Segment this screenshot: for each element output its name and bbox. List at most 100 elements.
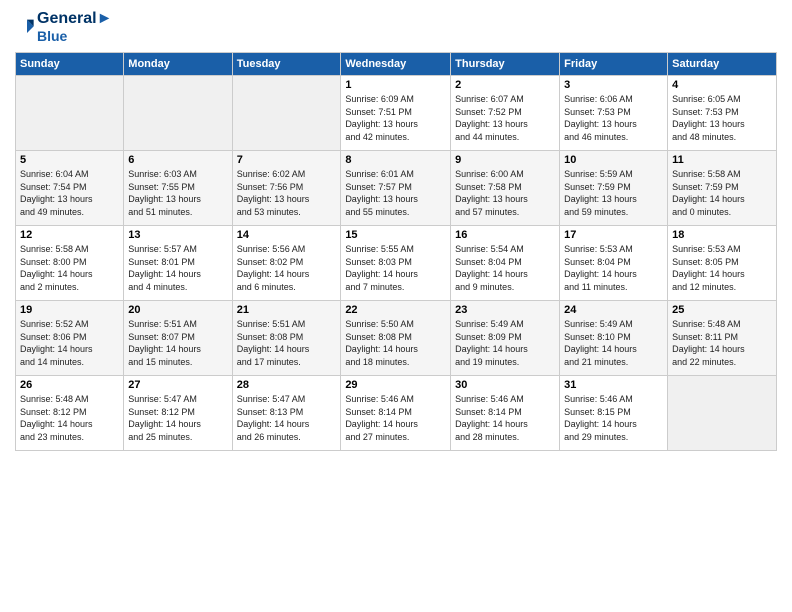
calendar-cell: 1Sunrise: 6:09 AM Sunset: 7:51 PM Daylig… [341,76,451,151]
day-info: Sunrise: 5:50 AM Sunset: 8:08 PM Dayligh… [345,318,446,368]
calendar-cell: 17 Sunrise: 5:53 AM Sunset: 8:04 PM Dayli… [560,226,668,301]
calendar-cell: 10 Sunrise: 5:59 AM Sunset: 7:59 PM Dayli… [560,151,668,226]
day-number: 22 [345,304,446,316]
calendar-cell: 13 Sunrise: 5:57 AM Sunset: 8:01 PM Dayli… [124,226,232,301]
day-number: 7 [237,154,337,166]
logo-icon [15,17,35,37]
calendar-cell: 2Sunrise: 6:07 AM Sunset: 7:52 PM Daylig… [451,76,560,151]
day-number: 13 [128,229,227,241]
calendar-cell [16,76,124,151]
calendar-cell: 6 Sunrise: 6:03 AM Sunset: 7:55 PM Daylig… [124,151,232,226]
calendar-cell: 16 Sunrise: 5:54 AM Sunset: 8:04 PM Dayli… [451,226,560,301]
calendar-cell: 4Sunrise: 6:05 AM Sunset: 7:53 PM Daylig… [668,76,777,151]
day-info: Sunrise: 5:48 AM Sunset: 8:11 PM Dayligh… [672,318,772,368]
day-number: 27 [128,379,227,391]
calendar-cell: 19 Sunrise: 5:52 AM Sunset: 8:06 PM Dayli… [16,301,124,376]
day-number: 11 [672,154,772,166]
logo: General► Blue [15,10,112,44]
day-info: Sunrise: 6:06 AM Sunset: 7:53 PM Dayligh… [564,93,663,143]
calendar-cell: 28Sunrise: 5:47 AM Sunset: 8:13 PM Dayli… [232,376,341,451]
day-info: Sunrise: 5:56 AM Sunset: 8:02 PM Dayligh… [237,243,337,293]
day-info: Sunrise: 6:00 AM Sunset: 7:58 PM Dayligh… [455,168,555,218]
day-info: Sunrise: 5:58 AM Sunset: 7:59 PM Dayligh… [672,168,772,218]
day-number: 10 [564,154,663,166]
calendar-cell: 21 Sunrise: 5:51 AM Sunset: 8:08 PM Dayli… [232,301,341,376]
day-number: 3 [564,79,663,91]
day-info: Sunrise: 6:03 AM Sunset: 7:55 PM Dayligh… [128,168,227,218]
week-row-4: 19 Sunrise: 5:52 AM Sunset: 8:06 PM Dayli… [16,301,777,376]
day-info: Sunrise: 5:53 AM Sunset: 8:05 PM Dayligh… [672,243,772,293]
header-day-saturday: Saturday [668,53,777,76]
day-info: Sunrise: 6:05 AM Sunset: 7:53 PM Dayligh… [672,93,772,143]
calendar-cell: 26Sunrise: 5:48 AM Sunset: 8:12 PM Dayli… [16,376,124,451]
day-number: 19 [20,304,119,316]
calendar-cell [124,76,232,151]
calendar-cell: 23Sunrise: 5:49 AM Sunset: 8:09 PM Dayli… [451,301,560,376]
calendar-cell [232,76,341,151]
day-info: Sunrise: 6:04 AM Sunset: 7:54 PM Dayligh… [20,168,119,218]
calendar-cell: 8 Sunrise: 6:01 AM Sunset: 7:57 PM Daylig… [341,151,451,226]
header-day-wednesday: Wednesday [341,53,451,76]
day-number: 9 [455,154,555,166]
day-info: Sunrise: 5:46 AM Sunset: 8:14 PM Dayligh… [345,393,446,443]
week-row-3: 12 Sunrise: 5:58 AM Sunset: 8:00 PM Dayli… [16,226,777,301]
calendar-cell: 24Sunrise: 5:49 AM Sunset: 8:10 PM Dayli… [560,301,668,376]
day-info: Sunrise: 5:46 AM Sunset: 8:15 PM Dayligh… [564,393,663,443]
header-row: SundayMondayTuesdayWednesdayThursdayFrid… [16,53,777,76]
logo-text: General► Blue [37,10,112,44]
header-day-monday: Monday [124,53,232,76]
calendar-cell: 9 Sunrise: 6:00 AM Sunset: 7:58 PM Daylig… [451,151,560,226]
day-info: Sunrise: 6:09 AM Sunset: 7:51 PM Dayligh… [345,93,446,143]
day-info: Sunrise: 5:51 AM Sunset: 8:07 PM Dayligh… [128,318,227,368]
day-info: Sunrise: 5:55 AM Sunset: 8:03 PM Dayligh… [345,243,446,293]
day-number: 16 [455,229,555,241]
day-number: 31 [564,379,663,391]
calendar-cell: 31 Sunrise: 5:46 AM Sunset: 8:15 PM Dayli… [560,376,668,451]
calendar-cell [668,376,777,451]
calendar-cell: 20 Sunrise: 5:51 AM Sunset: 8:07 PM Dayli… [124,301,232,376]
day-number: 6 [128,154,227,166]
day-info: Sunrise: 5:53 AM Sunset: 8:04 PM Dayligh… [564,243,663,293]
day-number: 8 [345,154,446,166]
header-day-friday: Friday [560,53,668,76]
header-day-sunday: Sunday [16,53,124,76]
header-day-tuesday: Tuesday [232,53,341,76]
calendar-cell: 27 Sunrise: 5:47 AM Sunset: 8:12 PM Dayli… [124,376,232,451]
calendar-cell: 3 Sunrise: 6:06 AM Sunset: 7:53 PM Daylig… [560,76,668,151]
day-number: 20 [128,304,227,316]
header: General► Blue [15,10,777,44]
day-info: Sunrise: 5:52 AM Sunset: 8:06 PM Dayligh… [20,318,119,368]
day-number: 14 [237,229,337,241]
calendar-cell: 25Sunrise: 5:48 AM Sunset: 8:11 PM Dayli… [668,301,777,376]
day-number: 24 [564,304,663,316]
day-number: 15 [345,229,446,241]
day-info: Sunrise: 6:01 AM Sunset: 7:57 PM Dayligh… [345,168,446,218]
calendar-cell: 29 Sunrise: 5:46 AM Sunset: 8:14 PM Dayli… [341,376,451,451]
calendar-cell: 7Sunrise: 6:02 AM Sunset: 7:56 PM Daylig… [232,151,341,226]
calendar-cell: 30 Sunrise: 5:46 AM Sunset: 8:14 PM Dayli… [451,376,560,451]
page: General► Blue SundayMondayTuesdayWednesd… [0,0,792,612]
day-number: 23 [455,304,555,316]
day-number: 17 [564,229,663,241]
day-number: 21 [237,304,337,316]
day-info: Sunrise: 5:58 AM Sunset: 8:00 PM Dayligh… [20,243,119,293]
calendar-cell: 12 Sunrise: 5:58 AM Sunset: 8:00 PM Dayli… [16,226,124,301]
day-number: 28 [237,379,337,391]
day-info: Sunrise: 5:57 AM Sunset: 8:01 PM Dayligh… [128,243,227,293]
day-info: Sunrise: 5:54 AM Sunset: 8:04 PM Dayligh… [455,243,555,293]
week-row-1: 1Sunrise: 6:09 AM Sunset: 7:51 PM Daylig… [16,76,777,151]
day-number: 29 [345,379,446,391]
week-row-5: 26Sunrise: 5:48 AM Sunset: 8:12 PM Dayli… [16,376,777,451]
calendar-cell: 5Sunrise: 6:04 AM Sunset: 7:54 PM Daylig… [16,151,124,226]
day-info: Sunrise: 5:59 AM Sunset: 7:59 PM Dayligh… [564,168,663,218]
day-info: Sunrise: 5:47 AM Sunset: 8:12 PM Dayligh… [128,393,227,443]
calendar-cell: 22 Sunrise: 5:50 AM Sunset: 8:08 PM Dayli… [341,301,451,376]
day-number: 18 [672,229,772,241]
day-info: Sunrise: 5:46 AM Sunset: 8:14 PM Dayligh… [455,393,555,443]
calendar-cell: 15 Sunrise: 5:55 AM Sunset: 8:03 PM Dayli… [341,226,451,301]
day-number: 30 [455,379,555,391]
day-number: 12 [20,229,119,241]
day-info: Sunrise: 5:48 AM Sunset: 8:12 PM Dayligh… [20,393,119,443]
day-info: Sunrise: 5:51 AM Sunset: 8:08 PM Dayligh… [237,318,337,368]
week-row-2: 5Sunrise: 6:04 AM Sunset: 7:54 PM Daylig… [16,151,777,226]
